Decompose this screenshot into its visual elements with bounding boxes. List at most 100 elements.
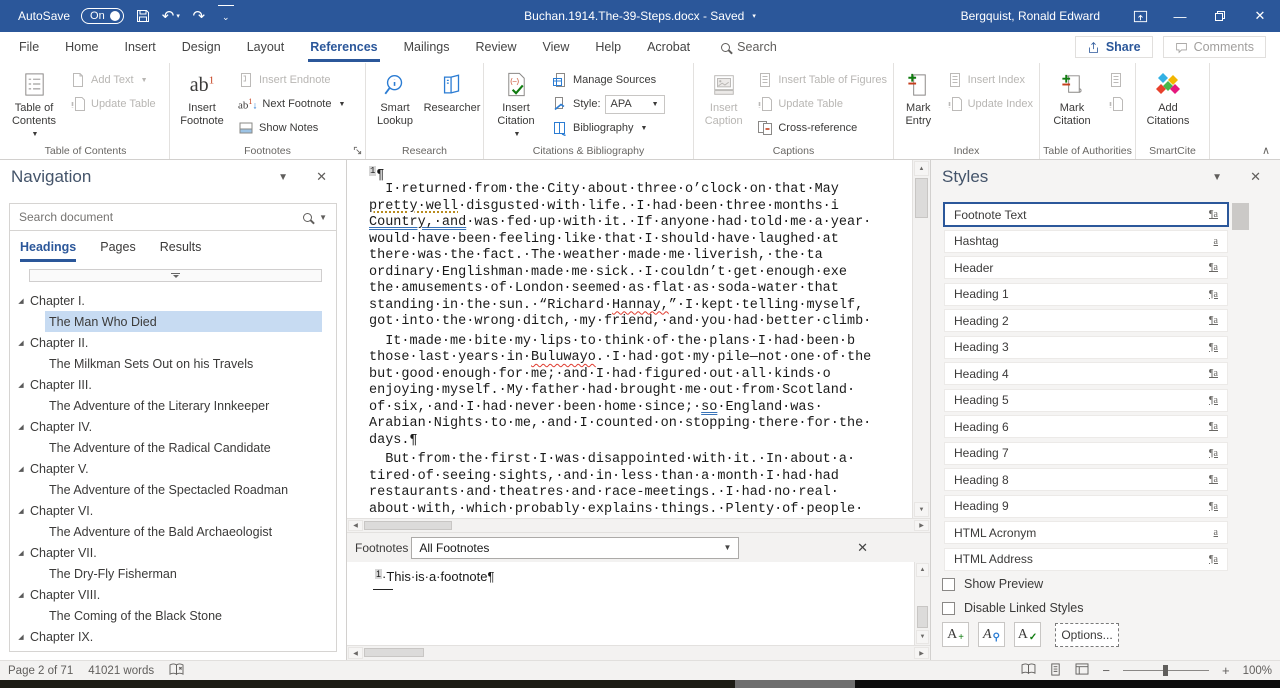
collapse-triangle-icon[interactable]: ◢ — [10, 549, 30, 557]
collapse-triangle-icon[interactable]: ◢ — [10, 423, 30, 431]
read-mode-icon[interactable] — [1021, 663, 1036, 678]
heading-item[interactable]: ◢The Man Who Died — [45, 311, 322, 332]
insert-footnote-button[interactable]: ab1 Insert Footnote — [171, 64, 233, 142]
navigation-pane-options-icon[interactable]: ▼ — [278, 172, 288, 183]
bibliography-button[interactable]: Bibliography▼ — [549, 118, 668, 138]
next-footnote-button[interactable]: ab1↓Next Footnote▼ — [235, 94, 348, 114]
word-count[interactable]: 41021 words — [88, 665, 154, 677]
heading-item[interactable]: ◢The Coming of the Black Stone — [45, 605, 322, 626]
styles-options-button[interactable]: Options... — [1055, 623, 1119, 647]
document-vertical-scrollbar[interactable]: ▲ ▼ — [912, 160, 930, 518]
navigation-tab[interactable]: Headings — [20, 240, 76, 262]
style-entry[interactable]: Heading 2¶a — [944, 309, 1228, 332]
footnotes-dialog-launcher-icon[interactable] — [353, 146, 363, 156]
mark-citation-button[interactable]: Mark Citation — [1041, 64, 1103, 142]
show-preview-checkbox[interactable]: Show Preview — [942, 577, 1043, 591]
heading-item[interactable]: ◢Chapter I. — [10, 290, 336, 311]
vertical-scroll-thumb[interactable] — [915, 178, 928, 218]
zoom-slider-thumb[interactable] — [1163, 665, 1168, 676]
zoom-out-icon[interactable]: − — [1102, 664, 1110, 677]
footnotes-pane-content[interactable]: 1·This·is·a·footnote¶ ▲ ▼ — [347, 562, 930, 645]
researcher-button[interactable]: Researcher — [423, 64, 481, 142]
style-entry[interactable]: Heading 4¶a — [944, 362, 1228, 385]
collapse-triangle-icon[interactable]: ◢ — [10, 339, 30, 347]
ribbon-tab[interactable]: Design — [169, 32, 234, 62]
ribbon-tab[interactable]: Mailings — [391, 32, 463, 62]
search-document-input[interactable] — [19, 210, 296, 224]
styles-pane-options-icon[interactable]: ▼ — [1212, 172, 1222, 183]
footnotes-filter-select[interactable]: All Footnotes▼ — [411, 537, 739, 559]
insert-citation-button[interactable]: (–) Insert Citation▼ — [485, 64, 547, 142]
headings-scroll-up-strip[interactable] — [29, 269, 322, 282]
search-button[interactable]: Search — [721, 40, 777, 54]
collapse-triangle-icon[interactable]: ◢ — [10, 507, 30, 515]
heading-item[interactable]: ◢Chapter IX. — [10, 626, 336, 647]
page-indicator[interactable]: Page 2 of 71 — [8, 665, 73, 677]
manage-sources-button[interactable]: Manage Sources — [549, 70, 668, 90]
new-style-button[interactable]: A+ — [942, 622, 969, 647]
ribbon-tab[interactable]: Review — [462, 32, 529, 62]
vertical-scroll-thumb[interactable] — [917, 606, 928, 628]
table-of-contents-button[interactable]: Table of Contents▼ — [3, 64, 65, 142]
ribbon-tab[interactable]: Insert — [112, 32, 169, 62]
heading-item[interactable]: ◢The Adventure of the Spectacled Roadman — [45, 479, 322, 500]
user-name[interactable]: Bergquist, Ronald Edward — [961, 9, 1100, 23]
heading-item[interactable]: ◢Chapter VI. — [10, 500, 336, 521]
disable-linked-styles-checkbox[interactable]: Disable Linked Styles — [942, 601, 1084, 615]
heading-item[interactable]: ◢The Milkman Sets Out on his Travels — [45, 353, 322, 374]
save-icon[interactable] — [135, 5, 151, 27]
citation-style-select[interactable]: APA▼ — [605, 95, 665, 114]
search-options-caret-icon[interactable]: ▼ — [319, 213, 327, 222]
ribbon-tab[interactable]: Home — [52, 32, 111, 62]
close-icon[interactable]: ✕ — [1240, 0, 1280, 32]
web-layout-icon[interactable] — [1075, 663, 1089, 678]
cross-reference-button[interactable]: Cross-reference — [754, 118, 890, 138]
footnotes-pane-close-icon[interactable]: ✕ — [857, 540, 868, 556]
minimize-icon[interactable]: — — [1160, 0, 1200, 32]
manage-styles-button[interactable]: A✓ — [1014, 622, 1041, 647]
heading-item[interactable]: ◢The Adventure of the Radical Candidate — [45, 437, 322, 458]
zoom-level[interactable]: 100% — [1243, 665, 1272, 677]
zoom-in-icon[interactable]: + — [1222, 664, 1230, 677]
navigation-pane-close-icon[interactable]: ✕ — [316, 169, 327, 185]
collapse-triangle-icon[interactable]: ◢ — [10, 465, 30, 473]
show-notes-button[interactable]: Show Notes — [235, 118, 348, 138]
style-inspector-button[interactable]: A⚲ — [978, 622, 1005, 647]
navigation-tab[interactable]: Pages — [100, 240, 135, 262]
collapse-triangle-icon[interactable]: ◢ — [10, 381, 30, 389]
heading-item[interactable]: ◢The Adventure of the Bald Archaeologist — [45, 521, 322, 542]
scroll-up-arrow-icon[interactable]: ▲ — [914, 161, 929, 176]
restore-icon[interactable] — [1200, 0, 1240, 32]
style-entry[interactable]: Header¶a — [944, 256, 1228, 279]
heading-item[interactable]: ◢Chapter IV. — [10, 416, 336, 437]
comments-button[interactable]: Comments — [1163, 36, 1266, 58]
collapse-triangle-icon[interactable]: ◢ — [10, 591, 30, 599]
scroll-down-arrow-icon[interactable]: ▼ — [916, 630, 929, 644]
proofing-status-icon[interactable] — [169, 663, 184, 679]
style-entry[interactable]: HTML Acronyma — [944, 521, 1228, 544]
document-text[interactable]: 1¶ I·returned·from·the·City·about·three·… — [347, 160, 912, 518]
ribbon-tab[interactable]: View — [529, 32, 582, 62]
undo-caret-icon[interactable]: ▾ — [176, 12, 180, 20]
heading-item[interactable]: ◢The Adventure of the Literary Innkeeper — [45, 395, 322, 416]
ribbon-tab[interactable]: Help — [582, 32, 634, 62]
scroll-left-arrow-icon[interactable]: ◀ — [348, 520, 363, 531]
scroll-down-arrow-icon[interactable]: ▼ — [914, 502, 929, 517]
scroll-right-arrow-icon[interactable]: ▶ — [914, 520, 929, 531]
add-citations-button[interactable]: Add Citations — [1137, 64, 1199, 142]
heading-item[interactable]: ◢Chapter V. — [10, 458, 336, 479]
mark-entry-button[interactable]: Mark Entry — [895, 64, 942, 142]
style-entry[interactable]: Hashtaga — [944, 230, 1228, 253]
document-horizontal-scrollbar[interactable]: ◀ ▶ — [347, 518, 930, 533]
print-layout-icon[interactable] — [1049, 663, 1062, 679]
collapse-ribbon-icon[interactable]: ∧ — [1262, 144, 1270, 157]
footnotes-horizontal-scrollbar[interactable]: ◀ ▶ — [347, 645, 930, 660]
style-entry[interactable]: Footnote Text¶a — [944, 203, 1228, 226]
search-document-icon[interactable] — [303, 213, 312, 222]
collapse-triangle-icon[interactable]: ◢ — [10, 633, 30, 641]
heading-item[interactable]: ◢The Dry-Fly Fisherman — [45, 563, 322, 584]
heading-item[interactable]: ◢Chapter VIII. — [10, 584, 336, 605]
ribbon-display-options-icon[interactable] — [1120, 0, 1160, 32]
heading-item[interactable]: ◢Chapter II. — [10, 332, 336, 353]
scroll-right-arrow-icon[interactable]: ▶ — [914, 647, 929, 659]
